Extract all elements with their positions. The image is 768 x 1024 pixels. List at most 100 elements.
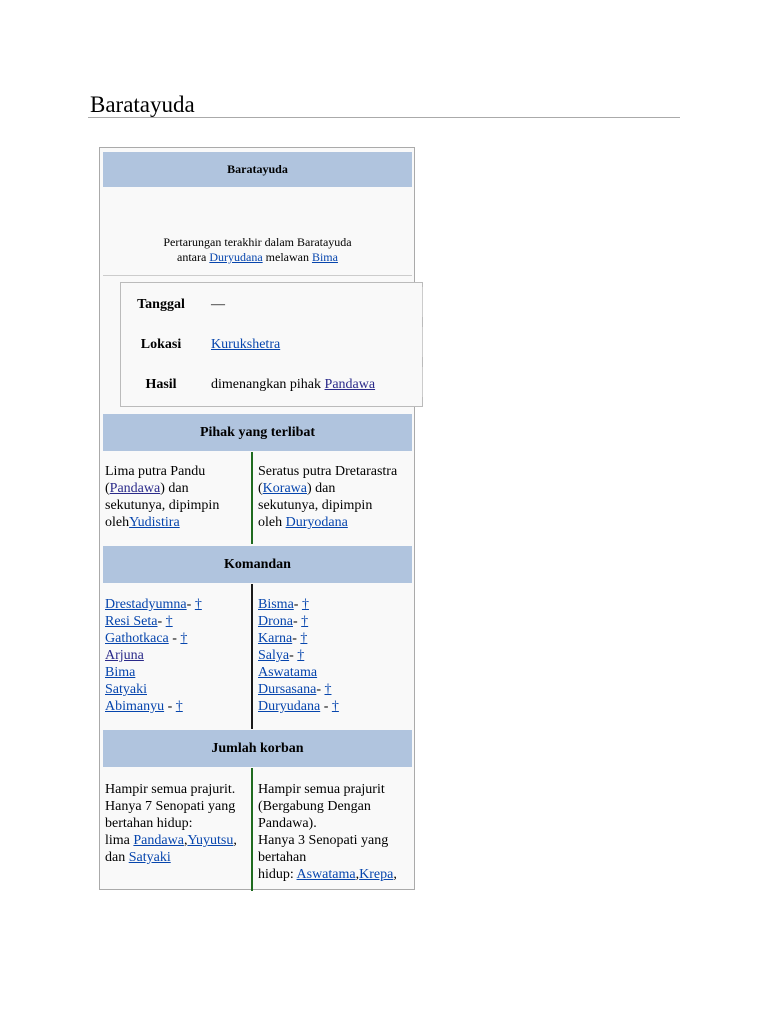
caption-link-duryudana[interactable]: Duryudana — [209, 250, 262, 264]
list-item: Duryudana - † — [258, 698, 416, 715]
dagger-link[interactable]: † — [302, 597, 309, 612]
text-fragment: , — [393, 867, 397, 882]
commander-link[interactable]: Drona — [258, 614, 293, 629]
caption-line-1: Pertarungan terakhir dalam Baratayuda — [163, 235, 352, 249]
fact-value: dimenangkan pihak Pandawa — [211, 377, 375, 393]
link-duryodana[interactable]: Duryodana — [286, 515, 348, 530]
dagger-link[interactable]: † — [300, 631, 307, 646]
fact-value: — — [211, 297, 225, 312]
title-divider — [88, 117, 680, 118]
list-item: Dursasana- † — [258, 681, 416, 698]
link-pandawa[interactable]: Pandawa — [110, 481, 161, 496]
commander-link[interactable]: Resi Seta — [105, 614, 158, 629]
text-line: oleh Duryodana — [258, 514, 416, 531]
list-item: Satyaki — [105, 681, 251, 698]
dagger-link[interactable]: † — [176, 699, 183, 714]
text-fragment: dan — [105, 850, 129, 865]
text-fragment: hidup: — [258, 867, 297, 882]
text-line: Hanya 7 Senopati yang — [105, 799, 236, 814]
link-aswatama[interactable]: Aswatama — [297, 867, 356, 882]
caption-line-2: antara Duryudana melawan Bima — [103, 250, 412, 265]
link-korawa[interactable]: Korawa — [263, 481, 307, 496]
facts-table: Tanggal — Lokasi Kurukshetra Hasil dimen… — [120, 282, 423, 407]
text-fragment: oleh — [105, 515, 130, 530]
section-heading-pihak: Pihak yang terlibat — [103, 414, 412, 451]
dagger-link[interactable]: † — [195, 597, 202, 612]
fact-label: Lokasi — [140, 337, 182, 352]
separator: - — [164, 699, 176, 714]
text-line: sekutunya, dipimpin — [258, 498, 373, 513]
separator: - — [186, 597, 195, 612]
dagger-link[interactable]: † — [301, 614, 308, 629]
dagger-link[interactable]: † — [297, 648, 304, 663]
separator: - — [168, 631, 181, 646]
fact-link-pandawa[interactable]: Pandawa — [325, 377, 376, 392]
link-yuyutsu[interactable]: Yuyutsu — [187, 833, 233, 848]
text-line: hidup: Aswatama,Krepa, — [258, 866, 416, 883]
fact-link-kurukshetra[interactable]: Kurukshetra — [211, 337, 280, 353]
dagger-link[interactable]: † — [332, 699, 339, 714]
text-line: Pandawa). — [258, 816, 317, 831]
commander-link[interactable]: Abimanyu — [105, 699, 164, 714]
fact-label: Hasil — [145, 377, 177, 392]
text-fragment: lima — [105, 833, 134, 848]
text-line: bertahan — [258, 850, 307, 865]
text-fragment: , — [233, 833, 237, 848]
commander-link[interactable]: Aswatama — [258, 665, 317, 680]
text-line: Hampir semua prajurit — [258, 782, 385, 797]
fact-label: Tanggal — [137, 297, 185, 312]
text-fragment: oleh — [258, 515, 286, 530]
fact-separator — [422, 327, 423, 357]
fact-separator — [422, 367, 423, 397]
commander-link[interactable]: Drestadyumna — [105, 597, 187, 612]
commander-link[interactable]: Duryudana — [258, 699, 320, 714]
commander-link[interactable]: Salya — [258, 648, 289, 663]
link-krepa[interactable]: Krepa — [359, 867, 393, 882]
commander-link[interactable]: Bisma — [258, 597, 294, 612]
list-item: Drona- † — [258, 613, 416, 630]
text-line: Seratus putra Dretarastra — [258, 464, 398, 479]
link-yudistira[interactable]: Yudistira — [129, 515, 180, 530]
korban-right: Hampir semua prajurit (Bergabung Dengan … — [258, 781, 416, 883]
infobox: Baratayuda Pertarungan terakhir dalam Ba… — [99, 147, 423, 891]
link-satyaki[interactable]: Satyaki — [129, 850, 171, 865]
commander-link[interactable]: Satyaki — [105, 682, 147, 697]
fact-row-lokasi: Lokasi Kurukshetra — [121, 337, 422, 361]
column-divider — [251, 452, 253, 544]
dagger-link[interactable]: † — [180, 631, 187, 646]
infobox-title: Baratayuda — [103, 152, 412, 187]
separator: - — [293, 614, 302, 629]
text-line: (Korawa) dan — [258, 480, 416, 497]
text-line: (Bergabung Dengan — [258, 799, 371, 814]
komandan-left-list: Drestadyumna- † Resi Seta- † Gathotkaca … — [105, 596, 251, 715]
komandan-right-list: Bisma- † Drona- † Karna- † Salya- † Aswa… — [258, 596, 416, 715]
text-line: Lima putra Pandu — [105, 464, 206, 479]
text-fragment: ) dan — [306, 481, 336, 496]
list-item: Drestadyumna- † — [105, 596, 251, 613]
dagger-link[interactable]: † — [166, 614, 173, 629]
separator: - — [293, 597, 302, 612]
commander-link[interactable]: Karna — [258, 631, 292, 646]
list-item: Karna- † — [258, 630, 416, 647]
text-line: dan Satyaki — [105, 849, 251, 866]
caption-link-bima[interactable]: Bima — [312, 250, 338, 264]
text-line: (Pandawa) dan — [105, 480, 251, 497]
text-line: olehYudistira — [105, 514, 251, 531]
text-line: sekutunya, dipimpin — [105, 498, 220, 513]
korban-left: Hampir semua prajurit. Hanya 7 Senopati … — [105, 781, 251, 866]
list-item: Bima — [105, 664, 251, 681]
commander-link[interactable]: Gathotkaca — [105, 631, 169, 646]
pihak-left: Lima putra Pandu (Pandawa) dan sekutunya… — [105, 463, 251, 531]
commander-link[interactable]: Bima — [105, 665, 135, 680]
dagger-link[interactable]: † — [324, 682, 331, 697]
text-fragment: ) dan — [160, 481, 189, 496]
fact-value-prefix: dimenangkan pihak — [211, 377, 325, 392]
text-line: Hampir semua prajurit. — [105, 782, 236, 797]
commander-link[interactable]: Arjuna — [105, 648, 144, 663]
caption-prefix: antara — [177, 250, 210, 264]
list-item: Abimanyu - † — [105, 698, 251, 715]
column-divider — [251, 768, 253, 891]
link-pandawa[interactable]: Pandawa — [133, 833, 184, 848]
commander-link[interactable]: Dursasana — [258, 682, 316, 697]
fact-row-hasil: Hasil dimenangkan pihak Pandawa — [121, 377, 422, 401]
